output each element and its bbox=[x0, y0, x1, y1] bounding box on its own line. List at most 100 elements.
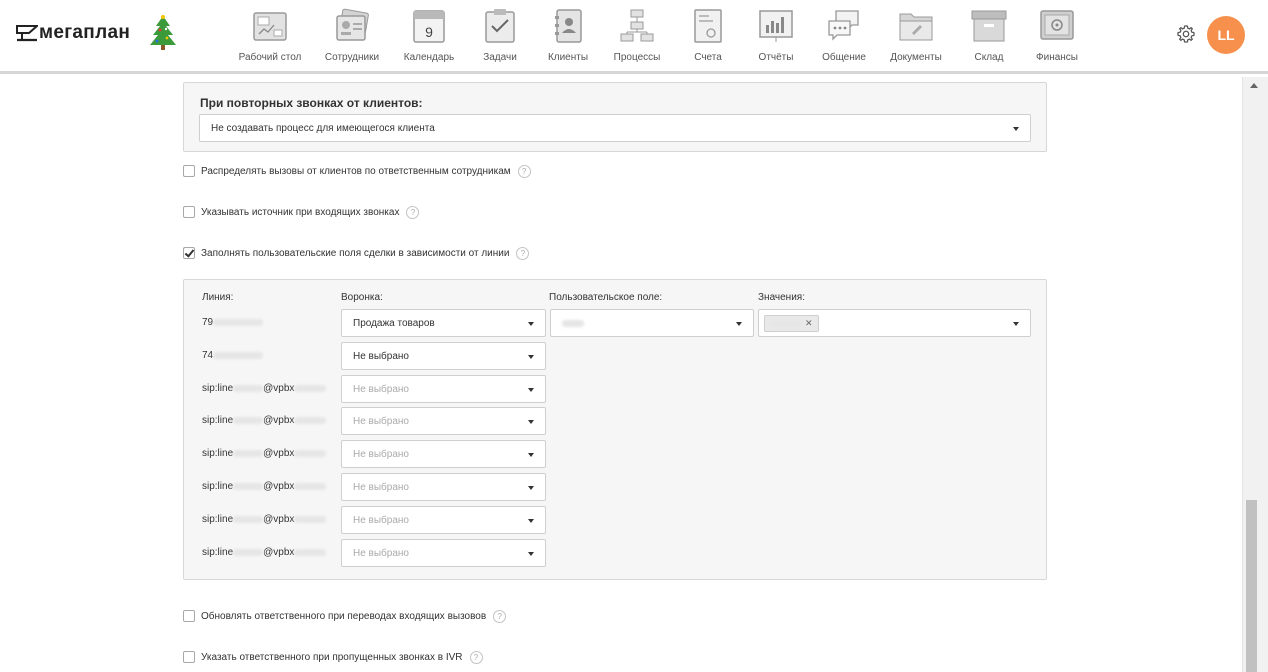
scroll-thumb[interactable] bbox=[1246, 500, 1257, 672]
funnel-select[interactable]: Не выбрано bbox=[341, 342, 546, 370]
processes-icon bbox=[620, 9, 654, 42]
chevron-down-icon bbox=[1013, 322, 1019, 326]
line-suffix: @vpbx bbox=[263, 547, 295, 558]
header-funnel: Воронка: bbox=[341, 292, 383, 303]
vertical-scrollbar[interactable] bbox=[1242, 77, 1268, 672]
line-label: 74 bbox=[202, 350, 264, 361]
line-label: sip:line @vpbx bbox=[202, 481, 327, 492]
logo[interactable]: мегаплан bbox=[16, 22, 130, 44]
header-values: Значения: bbox=[758, 292, 805, 303]
repeat-calls-select[interactable]: Не создавать процесс для имеющегося клие… bbox=[199, 114, 1031, 142]
repeat-calls-panel: При повторных звонках от клиентов: Не со… bbox=[183, 82, 1047, 152]
funnel-select[interactable]: Продажа товаров bbox=[341, 309, 546, 337]
ivr-responsible-label: Указать ответственного при пропущенных з… bbox=[201, 651, 463, 663]
funnel-select[interactable]: Не выбрано bbox=[341, 473, 546, 501]
redacted-text bbox=[233, 548, 264, 556]
reports-icon bbox=[759, 10, 793, 42]
chat-icon bbox=[828, 10, 859, 41]
repeat-calls-title: При повторных звонках от клиентов: bbox=[200, 96, 423, 110]
clients-icon bbox=[555, 9, 582, 43]
funnel-select[interactable]: Не выбрано bbox=[341, 440, 546, 468]
line-prefix: sip:line bbox=[202, 448, 234, 459]
line-prefix: 79 bbox=[202, 317, 214, 328]
nav-desktop[interactable]: Рабочий стол bbox=[230, 6, 310, 68]
nav-finance[interactable]: Финансы bbox=[1017, 6, 1097, 68]
logo-text: мегаплан bbox=[39, 22, 131, 43]
update-responsible-checkbox[interactable] bbox=[183, 610, 195, 622]
chevron-down-icon bbox=[736, 322, 742, 326]
values-select[interactable]: ✕ bbox=[758, 309, 1031, 337]
line-prefix: sip:line bbox=[202, 481, 234, 492]
scroll-up-arrow-icon[interactable] bbox=[1250, 83, 1258, 88]
help-icon[interactable]: ? bbox=[493, 609, 507, 623]
help-icon[interactable]: ? bbox=[516, 246, 530, 260]
help-icon[interactable]: ? bbox=[406, 205, 420, 219]
redacted-text bbox=[294, 482, 327, 490]
nav-label: Финансы bbox=[1036, 52, 1078, 63]
line-suffix: @vpbx bbox=[263, 415, 295, 426]
funnel-select[interactable]: Не выбрано bbox=[341, 407, 546, 435]
warehouse-icon bbox=[971, 10, 1007, 42]
redacted-text bbox=[294, 449, 327, 457]
funnel-value: Не выбрано bbox=[353, 448, 409, 460]
tasks-icon bbox=[485, 9, 515, 43]
redacted-text bbox=[233, 482, 264, 490]
funnel-value: Не выбрано bbox=[353, 481, 409, 493]
invoices-icon bbox=[694, 9, 722, 43]
logo-mark-icon bbox=[16, 25, 38, 42]
calendar-day: 9 bbox=[425, 24, 433, 40]
redacted-text bbox=[233, 515, 264, 523]
fill-custom-fields-checkbox[interactable] bbox=[183, 247, 195, 259]
chevron-down-icon bbox=[528, 322, 534, 326]
distribute-calls-label: Распределять вызовы от клиентов по ответ… bbox=[201, 165, 511, 177]
redacted-text bbox=[233, 384, 264, 392]
finance-icon bbox=[1040, 10, 1074, 40]
remove-tag-icon[interactable]: ✕ bbox=[805, 318, 813, 329]
show-source-checkbox[interactable] bbox=[183, 206, 195, 218]
chevron-down-icon bbox=[528, 519, 534, 523]
settings-gear-icon[interactable] bbox=[1177, 25, 1195, 43]
funnel-select[interactable]: Не выбрано bbox=[341, 506, 546, 534]
chevron-down-icon bbox=[528, 552, 534, 556]
redacted-text bbox=[294, 548, 327, 556]
value-tag: ✕ bbox=[764, 315, 819, 332]
line-label: 79 bbox=[202, 317, 264, 328]
repeat-calls-value: Не создавать процесс для имеющегося клие… bbox=[211, 122, 435, 134]
funnel-value: Не выбрано bbox=[353, 415, 409, 427]
line-prefix: sip:line bbox=[202, 514, 234, 525]
distribute-calls-checkbox[interactable] bbox=[183, 165, 195, 177]
option-ivr-responsible: Указать ответственного при пропущенных з… bbox=[183, 649, 483, 665]
line-suffix: @vpbx bbox=[263, 514, 295, 525]
funnel-value: Не выбрано bbox=[353, 514, 409, 526]
chevron-down-icon bbox=[528, 486, 534, 490]
line-label: sip:line @vpbx bbox=[202, 415, 327, 426]
help-icon[interactable]: ? bbox=[469, 650, 483, 664]
redacted-text bbox=[213, 351, 264, 359]
chevron-down-icon bbox=[528, 355, 534, 359]
line-prefix: 74 bbox=[202, 350, 214, 361]
redacted-text bbox=[233, 449, 264, 457]
option-show-source: Указывать источник при входящих звонках … bbox=[183, 204, 420, 220]
option-distribute-calls: Распределять вызовы от клиентов по ответ… bbox=[183, 163, 531, 179]
funnel-select[interactable]: Не выбрано bbox=[341, 375, 546, 403]
funnel-value: Не выбрано bbox=[353, 350, 409, 362]
user-avatar[interactable]: LL bbox=[1207, 16, 1245, 54]
redacted-text bbox=[294, 384, 327, 392]
option-fill-custom-fields: Заполнять пользовательские поля сделки в… bbox=[183, 245, 530, 261]
header-line: Линия: bbox=[202, 292, 234, 303]
line-suffix: @vpbx bbox=[263, 448, 295, 459]
funnel-value: Продажа товаров bbox=[353, 317, 435, 329]
fill-custom-fields-label: Заполнять пользовательские поля сделки в… bbox=[201, 247, 510, 259]
redacted-text bbox=[562, 319, 584, 327]
chevron-down-icon bbox=[528, 420, 534, 424]
funnel-select[interactable]: Не выбрано bbox=[341, 539, 546, 567]
custom-field-select[interactable] bbox=[550, 309, 754, 337]
calendar-icon: 9 bbox=[413, 10, 445, 43]
help-icon[interactable]: ? bbox=[517, 164, 531, 178]
ivr-responsible-checkbox[interactable] bbox=[183, 651, 195, 663]
documents-icon bbox=[899, 13, 933, 41]
line-prefix: sip:line bbox=[202, 383, 234, 394]
header-custom-field: Пользовательское поле: bbox=[549, 292, 663, 303]
line-label: sip:line @vpbx bbox=[202, 547, 327, 558]
line-prefix: sip:line bbox=[202, 547, 234, 558]
